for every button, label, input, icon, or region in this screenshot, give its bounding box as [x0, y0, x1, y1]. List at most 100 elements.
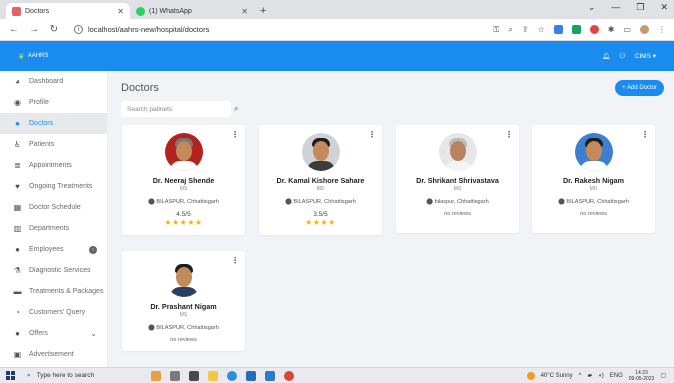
location-pin-icon: ⬤ [558, 199, 565, 205]
extension-icon[interactable] [571, 25, 581, 34]
notification-icon[interactable]: ▢ [660, 372, 666, 379]
window-controls: ⌄ — ❐ ✕ [588, 2, 668, 13]
mail-icon[interactable] [246, 370, 256, 381]
sidepanel-icon[interactable]: ▭ [623, 25, 631, 34]
back-icon[interactable]: ← [8, 24, 20, 35]
reload-icon[interactable]: ↻ [48, 24, 60, 35]
doctor-location: ⬤ BILASPUR, Chhattisgarh [122, 324, 245, 331]
sidebar-item-label: Doctors [29, 120, 54, 127]
doctor-avatar [164, 259, 203, 297]
bed-icon: ▬ [13, 287, 22, 296]
heart-icon: ♥ [15, 182, 20, 191]
weather-text[interactable]: 40°C Sunny [541, 373, 573, 379]
more-options-icon[interactable]: ⋮ [231, 256, 239, 265]
system-tray: 40°C Sunny ^ ▰ ◖) ENG 14:23 09-05-2023 ▢ [526, 370, 674, 382]
vscode-icon[interactable] [265, 370, 275, 381]
header-actions: 🔔︎ 💬︎ CIMS ▾ [602, 52, 656, 60]
extension-icon[interactable] [589, 25, 599, 34]
doctor-card[interactable]: ⋮ Dr. Neeraj Shende MS ⬤ BILASPUR, Chhat… [122, 125, 245, 235]
doctor-name: Dr. Prashant Nigam [150, 302, 217, 311]
task-view-icon[interactable] [170, 370, 180, 381]
volume-icon[interactable]: ◖) [598, 373, 604, 379]
location-text: BILASPUR, Chhattisgarh [566, 199, 629, 205]
maximize-icon[interactable]: ❐ [636, 2, 644, 13]
more-options-icon[interactable]: ⋮ [641, 130, 649, 139]
sidebar-item-customers-query[interactable]: ◔ Customers' Query [0, 302, 107, 323]
sidebar: ◕ Dashboard ◉ Profile ● Doctors ♿︎ Patients … [0, 71, 108, 367]
chevron-down-icon[interactable]: ⌄ [588, 2, 596, 13]
sidebar-item-diagnostic-services[interactable]: ⚗ Diagnostic Services [0, 260, 107, 281]
close-icon[interactable]: ✕ [117, 7, 124, 16]
sidebar-item-doctors[interactable]: ● Doctors [0, 113, 107, 134]
file-explorer-icon[interactable] [208, 370, 218, 381]
page-title: Doctors [121, 82, 159, 94]
sidebar-item-dashboard[interactable]: ◕ Dashboard [0, 71, 107, 92]
close-icon[interactable]: ✕ [241, 7, 248, 16]
key-icon[interactable]: ⚿ [493, 25, 499, 35]
chevron-down-icon[interactable]: ⌄ [90, 329, 97, 338]
accessible-icon: ♿︎ [13, 140, 22, 149]
browser-tab-whatsapp[interactable]: (1) WhatsApp ✕ [130, 3, 254, 19]
new-tab-button[interactable]: + [254, 3, 272, 19]
sidebar-item-label: Diagnostic Services [29, 267, 91, 274]
info-icon[interactable]: i [74, 25, 83, 34]
more-options-icon[interactable]: ⋮ [505, 130, 513, 139]
sidebar-item-appointments[interactable]: ≣ Appointments [0, 155, 107, 176]
bell-icon[interactable]: 🔔︎ [602, 52, 610, 60]
url-field[interactable]: i localhost/aahrs-new/hospital/doctors [68, 22, 248, 37]
sidebar-item-profile[interactable]: ◉ Profile [0, 92, 107, 113]
chat-icon[interactable]: 💬︎ [618, 52, 626, 60]
doctor-card[interactable]: ⋮ Dr. Prashant Nigam MS ⬤ BILASPUR, Chha… [122, 251, 245, 351]
doctor-degree: MS [179, 186, 188, 192]
windows-start-icon[interactable] [6, 371, 15, 380]
close-icon[interactable]: ✕ [660, 2, 668, 13]
doctor-avatar [438, 133, 477, 171]
more-options-icon[interactable]: ⋮ [231, 130, 239, 139]
sidebar-item-employees[interactable]: ● Employees › [0, 239, 107, 260]
doctor-card[interactable]: ⋮ Dr. Shrikant Shrivastava MS ⬤ bilaspur… [396, 125, 519, 233]
profile-avatar[interactable] [640, 25, 649, 34]
add-doctor-button[interactable]: + Add Doctor [615, 80, 664, 96]
clock[interactable]: 14:23 09-05-2023 [629, 370, 655, 382]
sidebar-item-ongoing-treatments[interactable]: ♥ Ongoing Treatments [0, 176, 107, 197]
browser-tab-doctors[interactable]: Doctors ✕ [6, 3, 130, 19]
search-icon[interactable]: ⌕ [234, 104, 238, 114]
chevron-up-icon[interactable]: ^ [579, 373, 582, 379]
more-options-icon[interactable]: ⋮ [368, 130, 376, 139]
expand-circle-icon[interactable]: › [89, 245, 97, 254]
sidebar-item-treatments-packages[interactable]: ▬ Treatments & Packages [0, 281, 107, 302]
taskbar-search[interactable]: ⌕ Type here to search [27, 372, 139, 380]
star-icon[interactable]: ☆ [538, 25, 545, 34]
doctor-card[interactable]: ⋮ Dr. Rakesh Nigam MD ⬤ BILASPUR, Chhatt… [532, 125, 655, 233]
language-indicator[interactable]: ENG [610, 373, 623, 379]
forward-icon[interactable]: → [28, 24, 40, 35]
chrome-icon[interactable] [284, 370, 294, 381]
sidebar-item-doctor-schedule[interactable]: ▦ Doctor Schedule [0, 197, 107, 218]
minimize-icon[interactable]: — [611, 2, 620, 13]
doctor-avatar [301, 133, 340, 171]
zoom-icon[interactable]: ⌕ [508, 25, 512, 35]
menu-icon[interactable]: ⋮ [658, 25, 666, 34]
doctor-degree: MD [316, 186, 325, 192]
palette-icon: ◕ [15, 77, 20, 86]
network-icon[interactable]: ▰ [587, 372, 592, 379]
sidebar-item-patients[interactable]: ♿︎ Patients [0, 134, 107, 155]
sublime-icon[interactable] [189, 370, 199, 381]
sidebar-item-departments[interactable]: ▥ Departments [0, 218, 107, 239]
puzzle-icon[interactable]: ✱ [608, 25, 615, 34]
tab-title: (1) WhatsApp [149, 7, 192, 15]
share-icon[interactable]: ⇪ [522, 25, 529, 34]
edge-icon[interactable] [227, 370, 237, 381]
doctor-card[interactable]: ⋮ Dr. Kamal Kishore Sahare MD ⬤ BILASPUR… [259, 125, 382, 235]
calendar-icon: ▦ [13, 203, 22, 212]
app-logo[interactable]: ❦ AAHRS [18, 52, 48, 61]
user-menu[interactable]: CIMS ▾ [635, 52, 656, 60]
sidebar-item-offers[interactable]: ● Offers ⌄ [0, 323, 107, 344]
search-input[interactable] [121, 101, 231, 117]
sidebar-item-label: Offers [29, 330, 48, 337]
taskbar-apps [151, 370, 294, 381]
widgets-icon[interactable] [151, 370, 161, 381]
date-text: 09-05-2023 [628, 375, 655, 382]
sidebar-item-advertisement[interactable]: ▣ Advertisement [0, 344, 107, 365]
extension-icon[interactable] [553, 25, 563, 34]
